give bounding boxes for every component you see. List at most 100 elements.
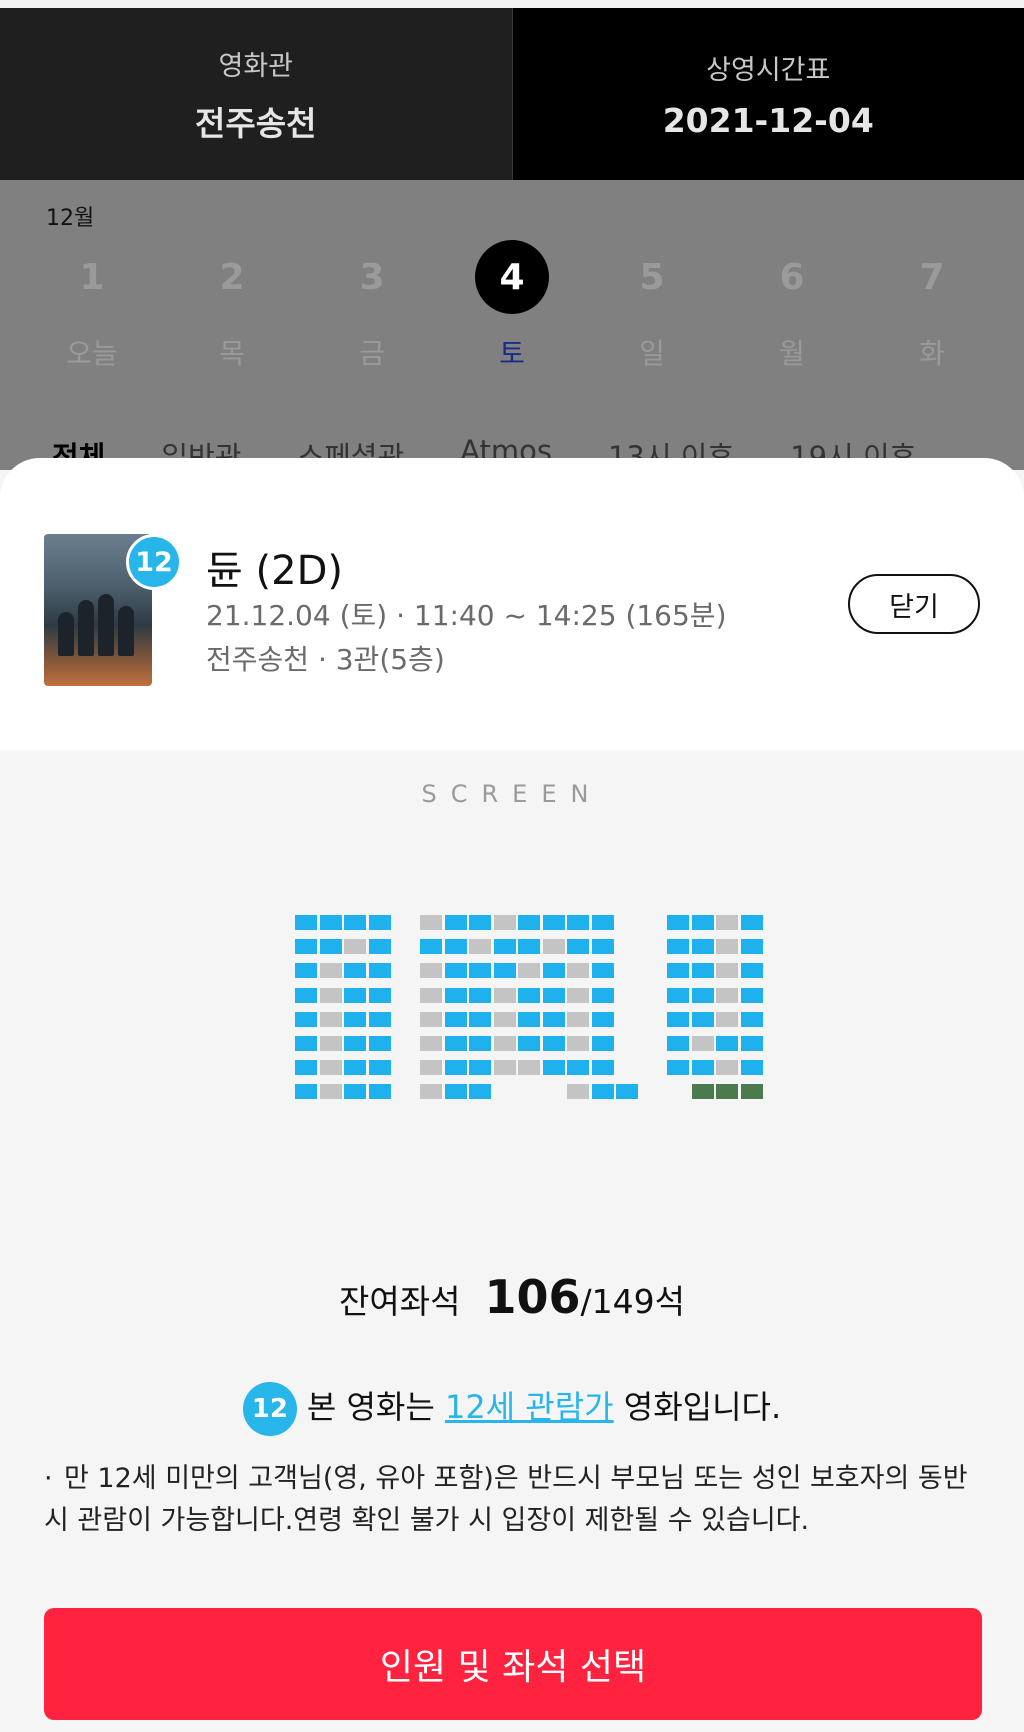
seat-available[interactable] [667, 1011, 689, 1027]
seat-available[interactable] [295, 1084, 317, 1100]
seat-available[interactable] [469, 915, 491, 930]
seat-available[interactable] [542, 915, 565, 930]
seat-available[interactable] [542, 1011, 565, 1027]
seat-available[interactable] [591, 939, 614, 955]
seat-special[interactable] [740, 1084, 763, 1100]
seat-available[interactable] [444, 939, 467, 955]
seat-available[interactable] [691, 1060, 714, 1076]
seat-available[interactable] [667, 1036, 689, 1051]
seat-available[interactable] [444, 1011, 467, 1027]
seat-available[interactable] [691, 1011, 714, 1027]
date-item[interactable]: 1 오늘 [27, 240, 157, 372]
seat-available[interactable] [368, 939, 391, 955]
seat-available[interactable] [344, 1084, 366, 1100]
seat-available[interactable] [740, 1060, 763, 1076]
seat-available[interactable] [344, 1036, 366, 1051]
seat-available[interactable] [444, 1060, 467, 1076]
seat-available[interactable] [542, 1060, 565, 1076]
seat-available[interactable] [444, 963, 467, 979]
seat-available[interactable] [691, 987, 714, 1003]
seat-available[interactable] [469, 1084, 491, 1100]
seat-available[interactable] [616, 1084, 638, 1100]
seat-special[interactable] [716, 1084, 738, 1100]
seat-available[interactable] [368, 915, 391, 930]
seat-available[interactable] [518, 1036, 540, 1051]
seat-available[interactable] [295, 939, 317, 955]
seat-available[interactable] [667, 987, 689, 1003]
seat-available[interactable] [344, 1011, 366, 1027]
seat-available[interactable] [740, 939, 763, 955]
seat-available[interactable] [591, 1060, 614, 1076]
seat-available[interactable] [542, 1036, 565, 1051]
seat-available[interactable] [368, 1011, 391, 1027]
seat-available[interactable] [542, 963, 565, 979]
seat-available[interactable] [740, 915, 763, 930]
seat-available[interactable] [368, 1060, 391, 1076]
seat-available[interactable] [591, 915, 614, 930]
seat-available[interactable] [567, 915, 589, 930]
seat-available[interactable] [368, 1084, 391, 1100]
seat-available[interactable] [444, 1084, 467, 1100]
date-item[interactable]: 7화 [867, 240, 997, 372]
seat-available[interactable] [444, 1036, 467, 1051]
date-item[interactable]: 5일 [587, 240, 717, 372]
seat-available[interactable] [591, 1084, 614, 1100]
seat-available[interactable] [691, 939, 714, 955]
seat-available[interactable] [542, 987, 565, 1003]
seat-available[interactable] [469, 963, 491, 979]
seat-available[interactable] [740, 1011, 763, 1027]
age-rating-link[interactable]: 12세 관람가 [445, 1388, 614, 1426]
seat-available[interactable] [295, 1036, 317, 1051]
seat-available[interactable] [420, 939, 442, 955]
seat-available[interactable] [667, 939, 689, 955]
seat-available[interactable] [368, 963, 391, 979]
seat-available[interactable] [469, 1060, 491, 1076]
seat-available[interactable] [295, 1011, 317, 1027]
seat-available[interactable] [469, 987, 491, 1003]
seat-available[interactable] [444, 987, 467, 1003]
date-item[interactable]: 4토 [447, 240, 577, 372]
seat-available[interactable] [740, 1036, 763, 1051]
seat-available[interactable] [493, 939, 516, 955]
seat-available[interactable] [518, 939, 540, 955]
seat-available[interactable] [368, 1036, 391, 1051]
seat-available[interactable] [740, 987, 763, 1003]
seat-available[interactable] [518, 987, 540, 1003]
seat-available[interactable] [344, 1060, 366, 1076]
seat-available[interactable] [740, 963, 763, 979]
seat-available[interactable] [518, 915, 540, 930]
seat-available[interactable] [295, 1060, 317, 1076]
seat-available[interactable] [518, 1011, 540, 1027]
seat-available[interactable] [319, 915, 342, 930]
seat-available[interactable] [319, 939, 342, 955]
seat-available[interactable] [295, 987, 317, 1003]
seat-available[interactable] [344, 915, 366, 930]
seat-available[interactable] [591, 1036, 614, 1051]
seat-available[interactable] [469, 1011, 491, 1027]
seat-available[interactable] [567, 939, 589, 955]
seat-available[interactable] [444, 915, 467, 930]
schedule-selector[interactable]: 상영시간표 2021-12-04 [512, 8, 1024, 180]
seat-available[interactable] [344, 987, 366, 1003]
seat-available[interactable] [591, 963, 614, 979]
seat-available[interactable] [716, 1036, 738, 1051]
seat-available[interactable] [667, 963, 689, 979]
theater-selector[interactable]: 영화관 전주송천 [0, 8, 513, 180]
seat-available[interactable] [691, 915, 714, 930]
seat-available[interactable] [667, 1060, 689, 1076]
seat-available[interactable] [469, 1036, 491, 1051]
seat-available[interactable] [368, 987, 391, 1003]
seat-available[interactable] [344, 963, 366, 979]
seat-available[interactable] [493, 963, 516, 979]
date-item[interactable]: 3금 [307, 240, 437, 372]
seat-available[interactable] [591, 987, 614, 1003]
seat-available[interactable] [567, 1060, 589, 1076]
date-item[interactable]: 6월 [727, 240, 857, 372]
seat-available[interactable] [691, 963, 714, 979]
seat-available[interactable] [667, 915, 689, 930]
seat-special[interactable] [691, 1084, 714, 1100]
seat-available[interactable] [295, 915, 317, 930]
seat-available[interactable] [591, 1011, 614, 1027]
seat-available[interactable] [295, 963, 317, 979]
select-seats-button[interactable]: 인원 및 좌석 선택 [44, 1608, 982, 1720]
